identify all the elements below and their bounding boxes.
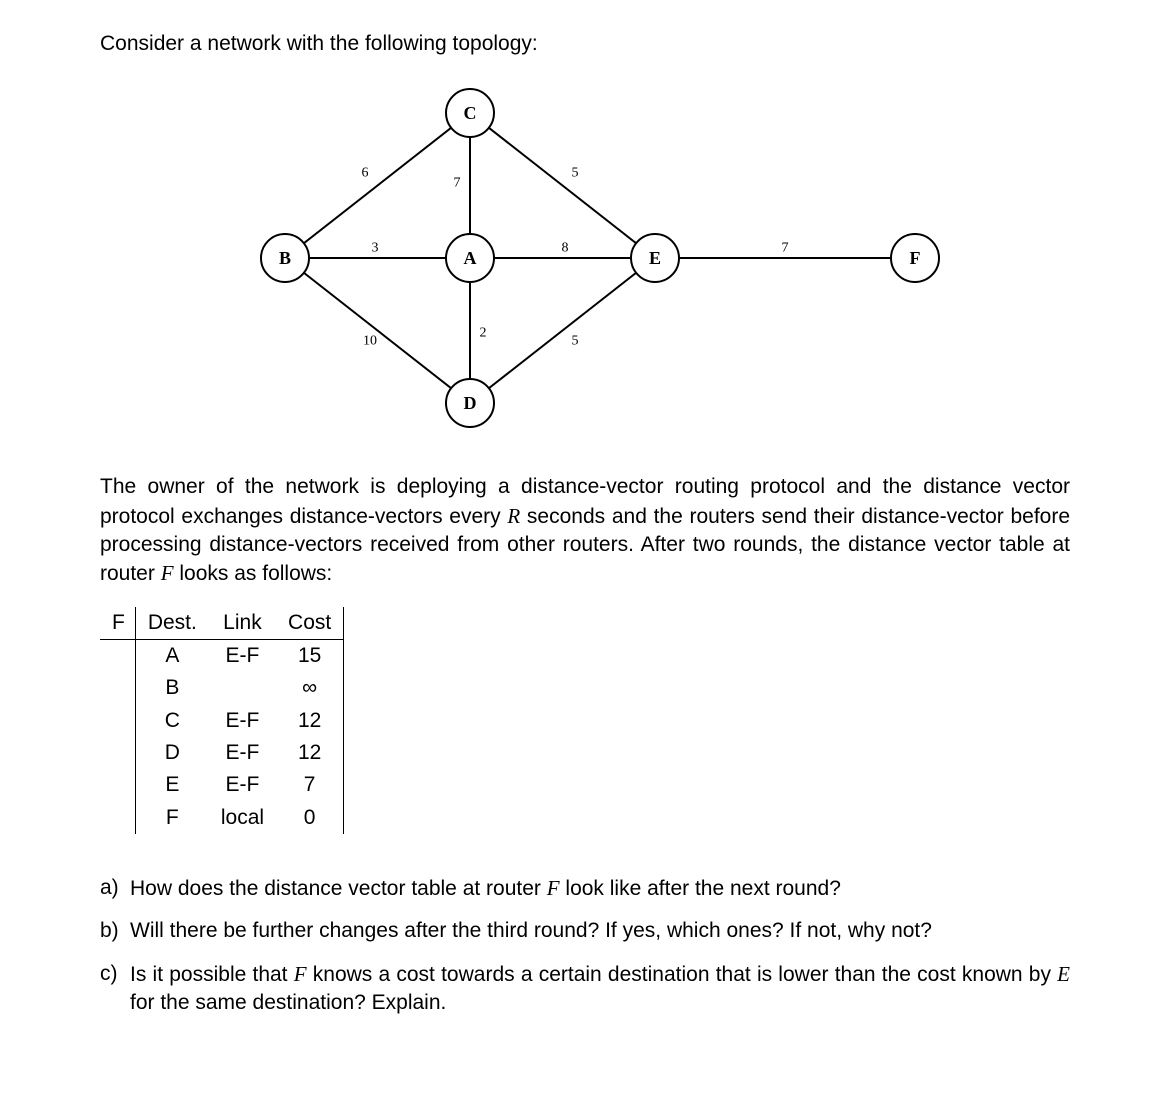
dv-dest: E [135, 769, 209, 801]
edge-weight-bc: 6 [362, 166, 369, 181]
dv-dest: A [135, 640, 209, 673]
table-row: C E-F 12 [100, 705, 344, 737]
edge-weight-de: 5 [572, 334, 579, 349]
edge-weight-ef: 7 [782, 241, 789, 256]
problem-page: Consider a network with the following to… [0, 0, 1170, 1095]
dv-link [209, 672, 276, 704]
dv-cost: 12 [276, 737, 344, 769]
question-c: c) Is it possible that F knows a cost to… [100, 960, 1070, 1018]
question-text: Will there be further changes after the … [130, 917, 1070, 945]
topology-diagram-container: 6 3 10 7 5 2 8 5 7 [100, 83, 1070, 433]
dv-dest: C [135, 705, 209, 737]
dv-header-link: Link [209, 607, 276, 640]
dv-dest: F [135, 802, 209, 834]
table-row: E E-F 7 [100, 769, 344, 801]
dv-header-cost: Cost [276, 607, 344, 640]
node-label-f: F [910, 248, 921, 268]
question-a: a) How does the distance vector table at… [100, 874, 1070, 903]
dv-link: local [209, 802, 276, 834]
dv-dest: D [135, 737, 209, 769]
intro-text: Consider a network with the following to… [100, 30, 1070, 58]
dv-header-dest: Dest. [135, 607, 209, 640]
node-label-e: E [649, 248, 661, 268]
question-label: a) [100, 874, 130, 903]
edge-weight-ad: 2 [480, 326, 487, 341]
question-b: b) Will there be further changes after t… [100, 917, 1070, 945]
edge-weight-ae: 8 [562, 241, 569, 256]
node-label-c: C [464, 103, 477, 123]
dv-dest: B [135, 672, 209, 704]
question-text: Is it possible that F knows a cost towar… [130, 960, 1070, 1018]
dv-link: E-F [209, 640, 276, 673]
var-F: F [161, 561, 174, 585]
question-list: a) How does the distance vector table at… [100, 874, 1070, 1017]
edge-weight-bd: 10 [363, 334, 377, 349]
dv-cost: 0 [276, 802, 344, 834]
dv-cost: 7 [276, 769, 344, 801]
explain-text-3: looks as follows: [174, 562, 333, 585]
question-text: How does the distance vector table at ro… [130, 874, 1070, 903]
table-row: B ∞ [100, 672, 344, 704]
table-row: A E-F 15 [100, 640, 344, 673]
dv-link: E-F [209, 769, 276, 801]
table-row: F local 0 [100, 802, 344, 834]
dv-router-label: F [100, 607, 135, 640]
edge-weight-ca: 7 [454, 176, 461, 191]
distance-vector-table: F Dest. Link Cost A E-F 15 B ∞ C E-F 12 … [100, 607, 344, 834]
var-R: R [507, 504, 520, 528]
edge-weight-ba: 3 [372, 241, 379, 256]
dv-link: E-F [209, 737, 276, 769]
dv-cost: ∞ [276, 672, 344, 704]
edge-weight-ce: 5 [572, 166, 579, 181]
question-label: c) [100, 960, 130, 1018]
dv-link: E-F [209, 705, 276, 737]
node-label-b: B [279, 248, 291, 268]
question-label: b) [100, 917, 130, 945]
dv-cost: 15 [276, 640, 344, 673]
node-label-a: A [464, 248, 477, 268]
table-row: D E-F 12 [100, 737, 344, 769]
explanation-paragraph: The owner of the network is deploying a … [100, 473, 1070, 588]
node-label-d: D [464, 393, 477, 413]
topology-diagram: 6 3 10 7 5 2 8 5 7 [225, 83, 945, 433]
dv-cost: 12 [276, 705, 344, 737]
